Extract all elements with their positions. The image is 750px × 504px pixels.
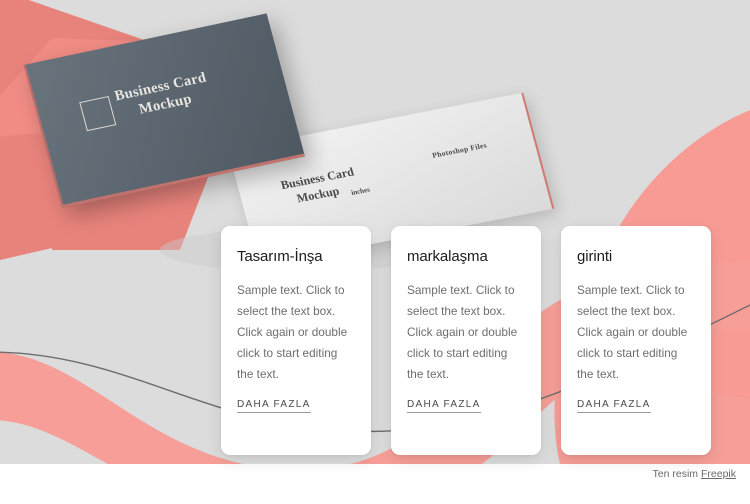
feature-card-1[interactable]: Tasarım-İnşa Sample text. Click to selec… (221, 226, 371, 455)
card-body: Sample text. Click to select the text bo… (577, 283, 688, 381)
white-card-format-label: Photoshop Files (431, 140, 488, 160)
card-title: Tasarım-İnşa (237, 248, 323, 265)
card-title: markalaşma (407, 248, 488, 265)
image-attribution: Ten resim Freepik (653, 468, 736, 480)
card-title: girinti (577, 248, 613, 265)
card-body: Sample text. Click to select the text bo… (407, 283, 518, 381)
feature-card-2[interactable]: markalaşma Sample text. Click to select … (391, 226, 541, 455)
white-card-unit-label: inches (350, 185, 371, 197)
card-read-more-link[interactable]: DAHA FAZLA (237, 399, 311, 413)
attribution-prefix: Ten resim (652, 468, 699, 480)
freepik-link[interactable]: Freepik (701, 468, 736, 480)
card-body: Sample text. Click to select the text bo… (237, 283, 348, 381)
square-outline-icon (79, 96, 117, 132)
card-read-more-link[interactable]: DAHA FAZLA (577, 399, 651, 413)
feature-cards-row: Tasarım-İnşa Sample text. Click to selec… (221, 226, 711, 455)
card-read-more-link[interactable]: DAHA FAZLA (407, 399, 481, 413)
feature-card-3[interactable]: girinti Sample text. Click to select the… (561, 226, 711, 455)
